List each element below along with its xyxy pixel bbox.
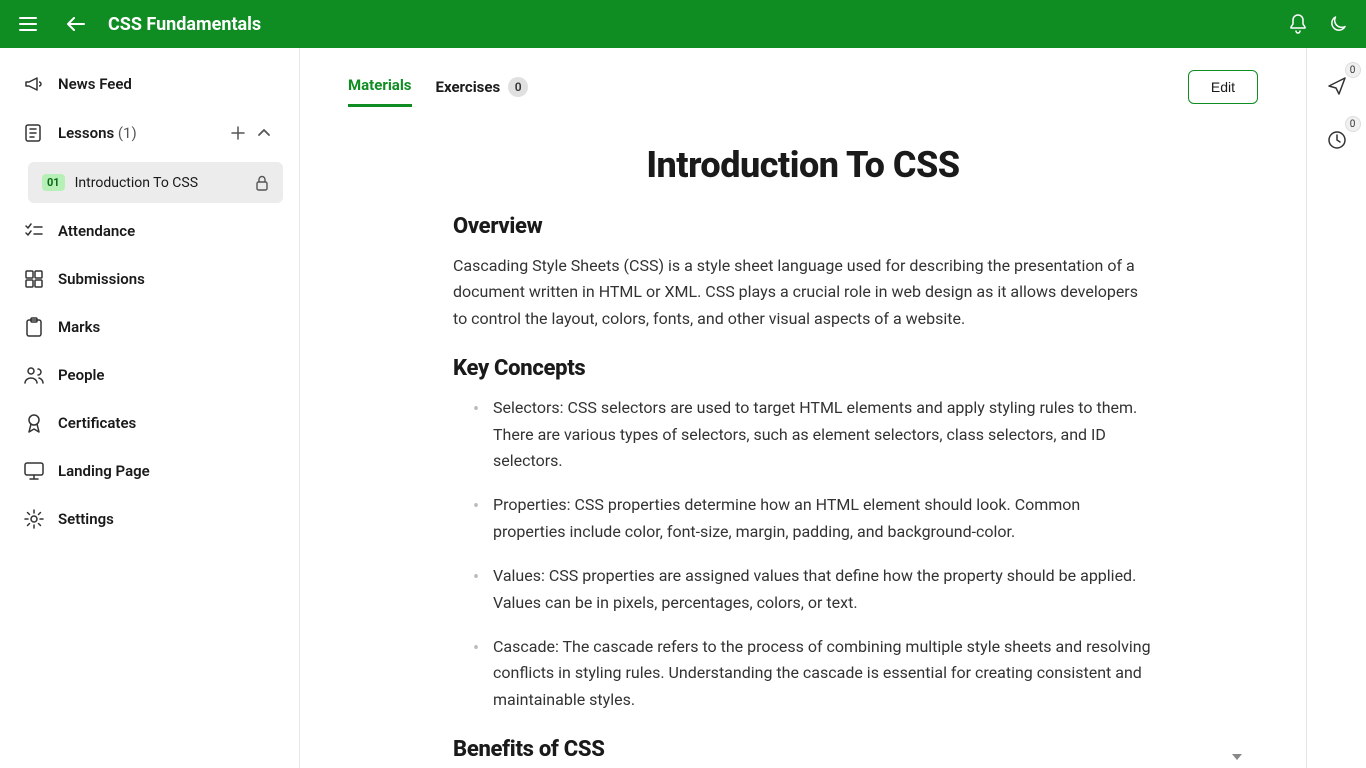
sidebar-item-news-feed[interactable]: News Feed [0,60,299,108]
content-scroll[interactable]: Introduction To CSS Overview Cascading S… [300,108,1306,768]
grid-icon [24,269,44,289]
main-content: Materials Exercises 0 Edit Introduction … [300,48,1306,768]
exercises-count-badge: 0 [508,77,528,97]
nav-label: News Feed [58,75,275,93]
send-badge: 0 [1345,62,1361,78]
clock-icon[interactable]: 0 [1319,122,1355,158]
list-icon [24,123,44,143]
list-item: Values: CSS properties are assigned valu… [473,563,1153,616]
bell-icon[interactable] [1282,8,1314,40]
list-item: Selectors: CSS selectors are used to tar… [473,395,1153,474]
nav-label: Landing Page [58,462,275,480]
list-item: Cascade: The cascade refers to the proce… [473,634,1153,713]
megaphone-icon [24,74,44,94]
sidebar-item-certificates[interactable]: Certificates [0,399,299,447]
lesson-item[interactable]: 01 Introduction To CSS [28,162,283,203]
nav-label: Lessons (1) [58,124,213,142]
lesson-number: 01 [42,174,65,191]
dropdown-toggle-icon[interactable] [1232,754,1242,760]
clipboard-icon [24,317,44,337]
page-title: CSS Fundamentals [108,14,261,35]
menu-icon[interactable] [12,8,44,40]
document: Introduction To CSS Overview Cascading S… [453,144,1153,762]
nav-label: People [58,366,275,384]
tab-exercises[interactable]: Exercises 0 [436,67,529,107]
sidebar-item-marks[interactable]: Marks [0,303,299,351]
gear-icon [24,509,44,529]
clock-badge: 0 [1345,116,1361,132]
nav-label: Marks [58,318,275,336]
sidebar-item-submissions[interactable]: Submissions [0,255,299,303]
tab-bar: Materials Exercises 0 Edit [300,48,1306,108]
sidebar-item-landing-page[interactable]: Landing Page [0,447,299,495]
chevron-up-icon[interactable] [253,122,275,144]
send-icon[interactable]: 0 [1319,68,1355,104]
monitor-icon [24,461,44,481]
heading-key-concepts: Key Concepts [453,356,1153,381]
nav-label: Settings [58,510,275,528]
sidebar-item-lessons[interactable]: Lessons (1) [0,108,299,158]
checklist-icon [24,221,44,241]
badge-icon [24,413,44,433]
sidebar-item-settings[interactable]: Settings [0,495,299,543]
right-rail: 0 0 [1306,48,1366,768]
paragraph: Cascading Style Sheets (CSS) is a style … [453,253,1153,332]
list-item: Properties: CSS properties determine how… [473,492,1153,545]
lock-icon [255,175,269,191]
edit-button[interactable]: Edit [1188,70,1258,104]
moon-icon[interactable] [1322,8,1354,40]
nav-label: Submissions [58,270,275,288]
people-icon [24,365,44,385]
heading-benefits: Benefits of CSS [453,737,1153,762]
tab-materials[interactable]: Materials [348,66,412,107]
nav-label: Attendance [58,222,275,240]
sidebar-item-people[interactable]: People [0,351,299,399]
lesson-name: Introduction To CSS [75,175,245,191]
back-icon[interactable] [60,8,92,40]
heading-overview: Overview [453,214,1153,239]
sidebar-item-attendance[interactable]: Attendance [0,207,299,255]
plus-icon[interactable] [227,122,249,144]
doc-title: Introduction To CSS [453,144,1153,186]
top-bar: CSS Fundamentals [0,0,1366,48]
nav-label: Certificates [58,414,275,432]
sidebar: News Feed Lessons (1) 01 Introduction To… [0,48,300,768]
